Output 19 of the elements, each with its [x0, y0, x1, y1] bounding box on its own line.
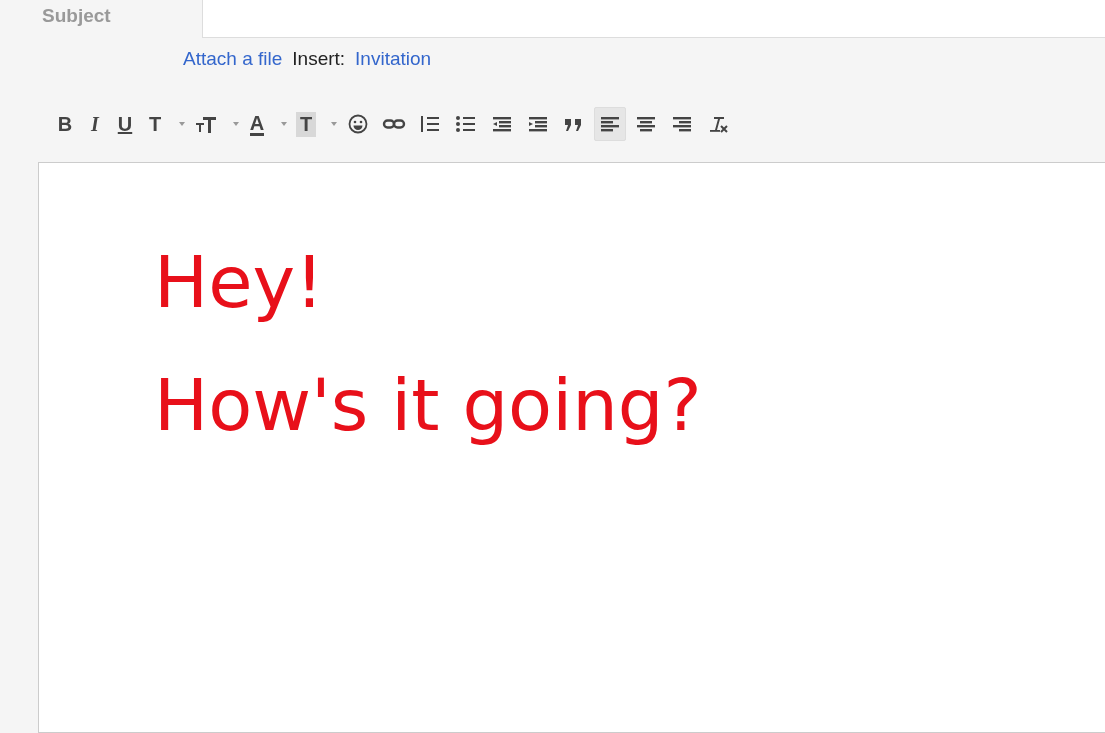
message-editor[interactable]: Hey! How's it going? [38, 162, 1105, 733]
message-text: How's it going? [154, 366, 703, 446]
subject-field[interactable] [202, 0, 1105, 38]
caret-icon[interactable] [178, 121, 186, 127]
caret-icon[interactable] [330, 121, 339, 127]
font-size-icon [194, 114, 218, 134]
insert-label: Insert: [292, 48, 346, 70]
text-color-button[interactable]: A [244, 107, 270, 141]
bold-button[interactable]: B [52, 107, 78, 141]
link[interactable]: Attach a file [183, 48, 283, 70]
font-button[interactable]: T [142, 107, 168, 141]
italic-button[interactable]: I [82, 107, 108, 141]
caret-icon[interactable] [280, 121, 288, 127]
subject-label: Subject [41, 4, 112, 28]
link[interactable]: Invitation [355, 48, 432, 70]
underline-button[interactable]: U [112, 107, 138, 141]
align-left-button[interactable] [594, 107, 627, 141]
message-text: Hey! [154, 243, 325, 323]
caret-icon[interactable] [232, 121, 240, 127]
